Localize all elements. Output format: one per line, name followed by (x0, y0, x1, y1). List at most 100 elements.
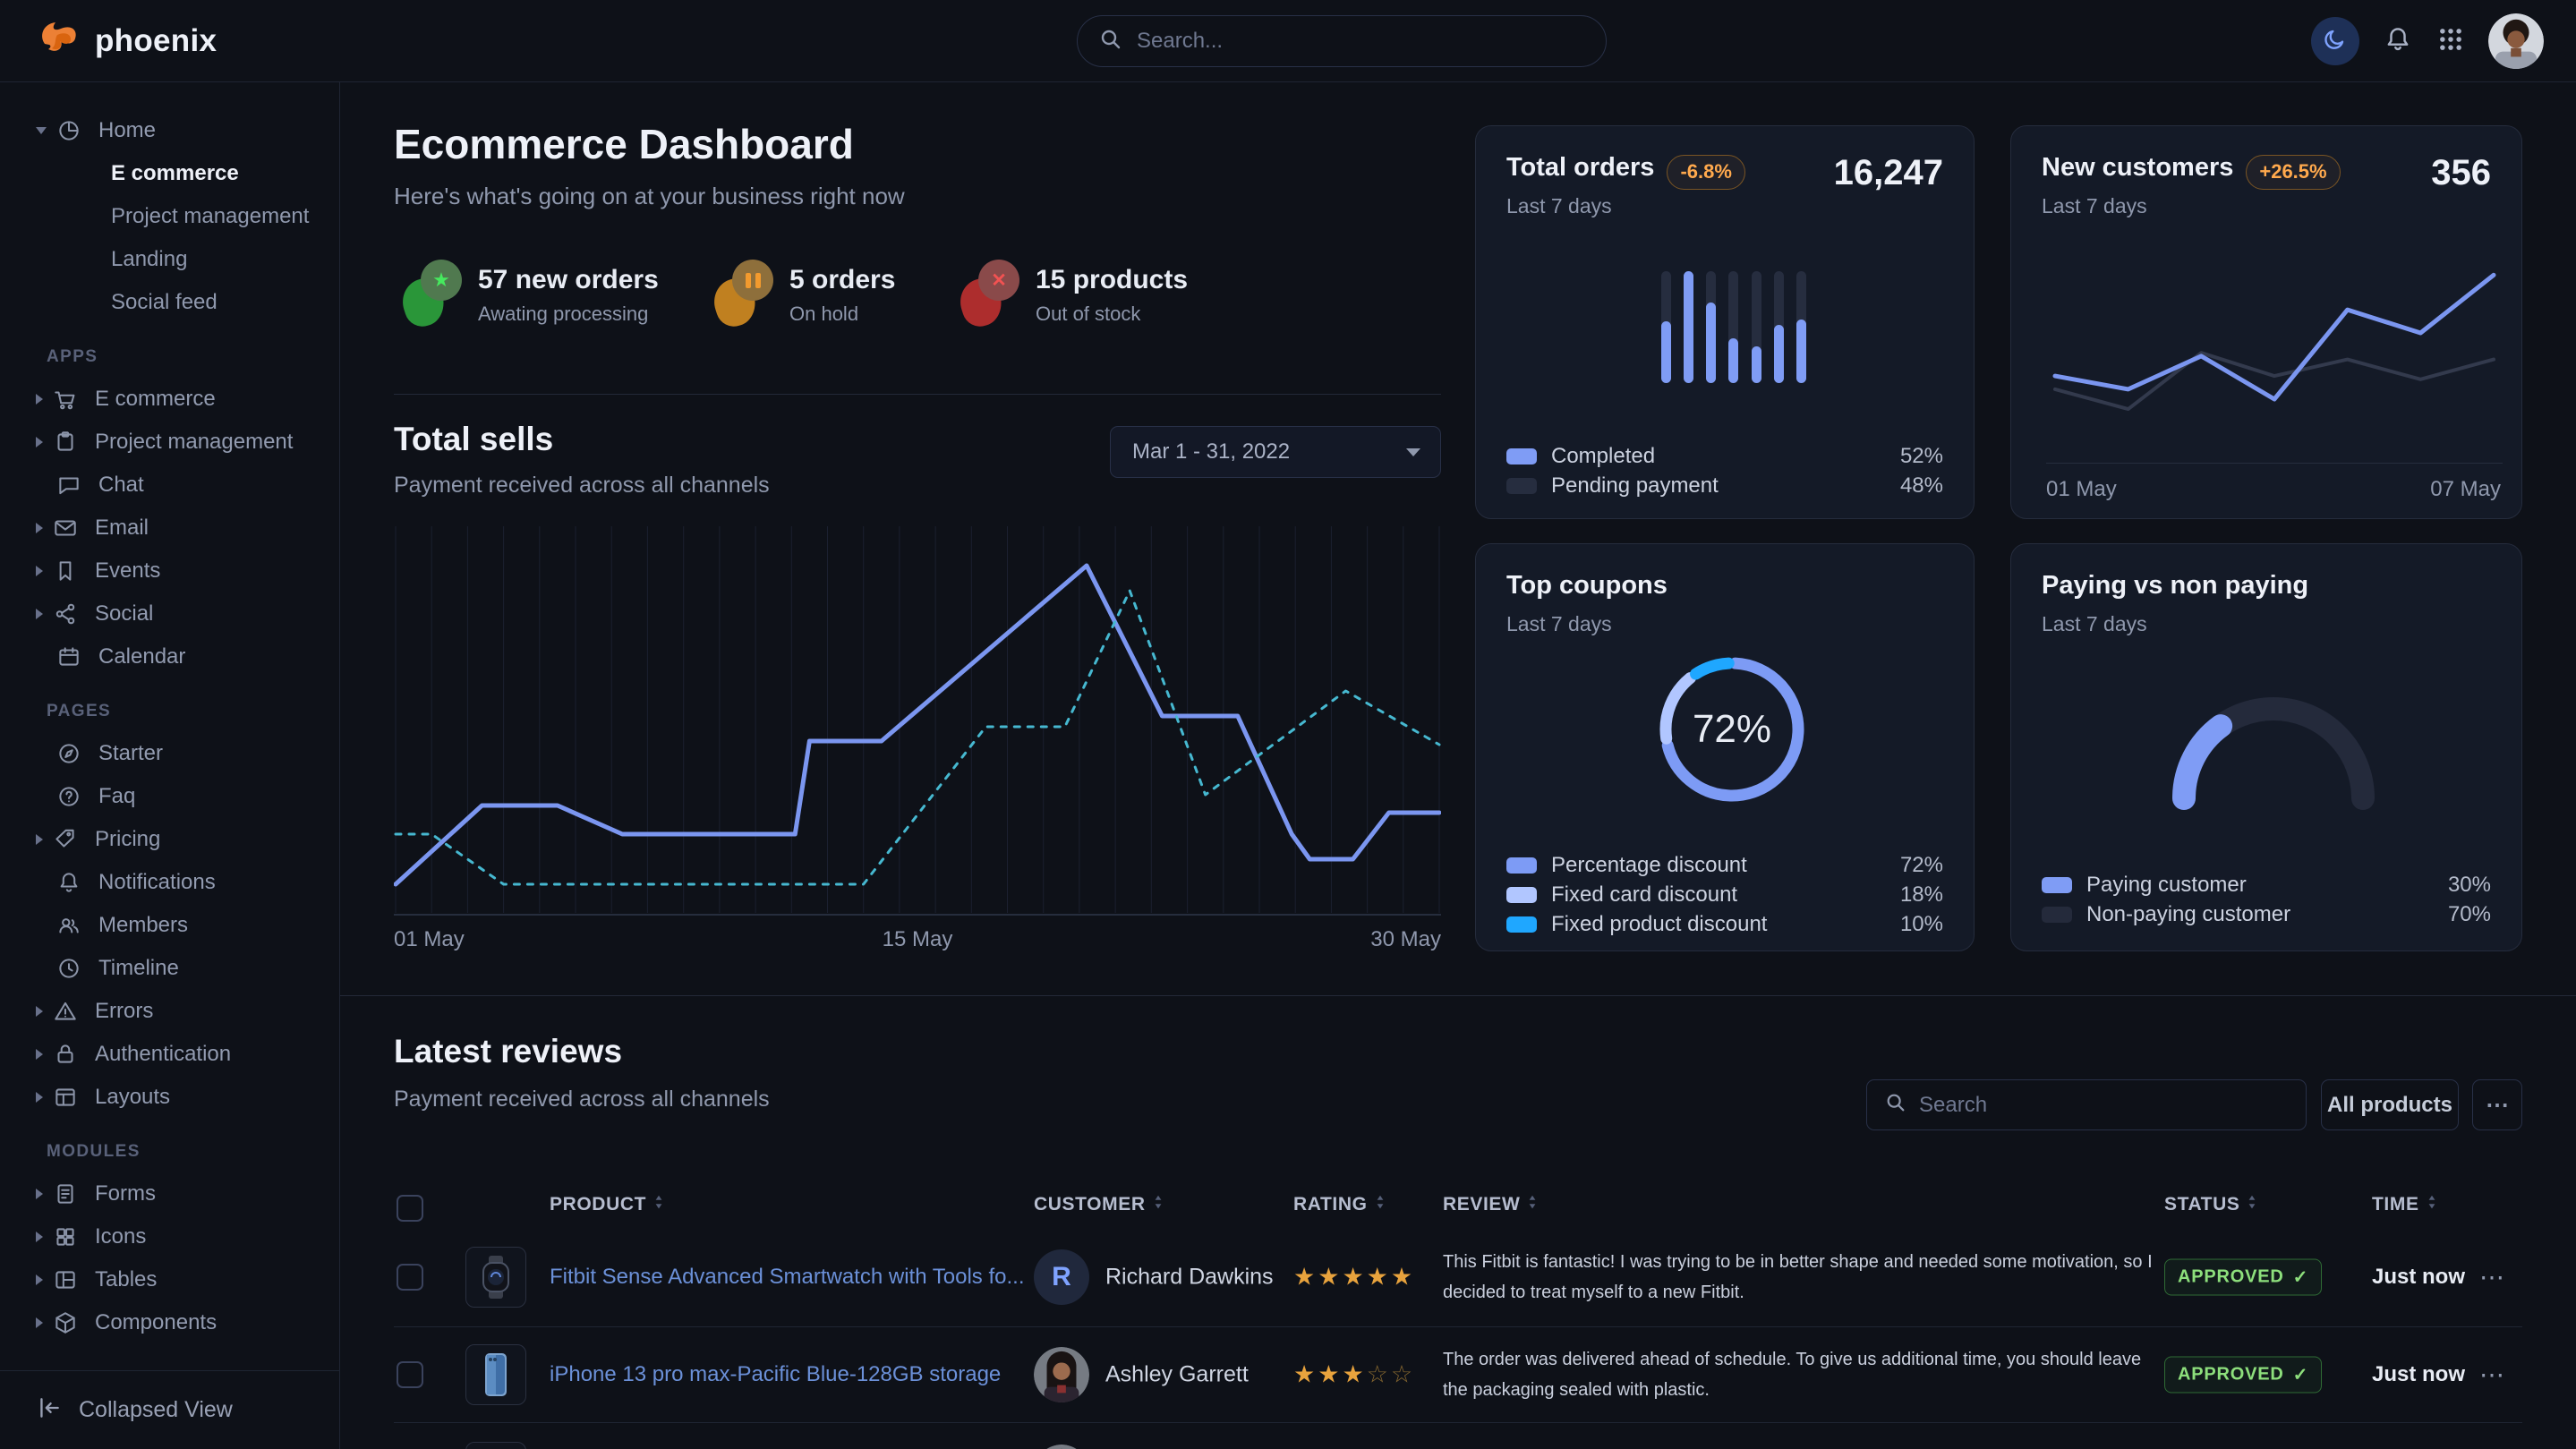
sidebar-item-components[interactable]: Components (0, 1301, 339, 1344)
sidebar-item-starter[interactable]: Starter (0, 732, 339, 775)
star-empty-icon: ☆ (1367, 1361, 1391, 1388)
bell-icon (55, 869, 82, 896)
select-all-checkbox[interactable] (397, 1195, 423, 1222)
main-content: Ecommerce Dashboard Here's what's going … (340, 82, 2576, 1449)
sidebar-item-label: Errors (95, 999, 153, 1024)
sidebar-item-forms[interactable]: Forms (0, 1172, 339, 1215)
search-input[interactable] (1137, 29, 1531, 54)
column-header-status[interactable]: STATUS (2164, 1194, 2257, 1215)
product-link[interactable]: Fitbit Sense Advanced Smartwatch with To… (550, 1265, 1024, 1290)
stat-out-of-stock: ✕15 productsOut of stock (960, 260, 1188, 326)
date-range-select[interactable]: Mar 1 - 31, 2022 (1110, 426, 1441, 478)
stat-title: 15 products (1036, 265, 1188, 295)
product-thumbnail[interactable] (465, 1344, 526, 1405)
user-avatar[interactable] (2488, 13, 2544, 69)
sidebar-item-social[interactable]: Social (0, 592, 339, 635)
paying-split-legend: Paying customer30%Non-paying customer70% (2042, 870, 2491, 929)
top-coupons-legend: Percentage discount72%Fixed card discoun… (1506, 850, 1943, 939)
sidebar-item-label: E commerce (95, 387, 216, 412)
new-customers-card: New customers +26.5% 356 Last 7 days 01 … (2010, 125, 2522, 519)
sidebar-item-pricing[interactable]: Pricing (0, 818, 339, 861)
star-filled-icon: ★ (1342, 1264, 1366, 1291)
sidebar-item-e-commerce[interactable]: E commerce (0, 378, 339, 421)
collapse-sidebar-button[interactable]: Collapsed View (0, 1370, 339, 1449)
customer-avatar[interactable] (1034, 1445, 1089, 1449)
pie-icon (55, 117, 82, 144)
top-coupons-period: Last 7 days (1506, 612, 1612, 636)
global-search[interactable] (1077, 15, 1607, 67)
table-icon (52, 1266, 79, 1293)
reviews-search[interactable] (1866, 1079, 2307, 1130)
calendar-icon (55, 644, 82, 670)
sidebar-item-members[interactable]: Members (0, 904, 339, 947)
customer-avatar[interactable] (1034, 1347, 1089, 1402)
sidebar-item-faq[interactable]: Faq (0, 775, 339, 818)
column-header-rating[interactable]: RATING (1293, 1194, 1386, 1215)
lock-icon (52, 1041, 79, 1068)
users-icon (55, 912, 82, 939)
legend-swatch (1506, 887, 1537, 903)
theme-toggle-button[interactable] (2311, 17, 2359, 65)
legend-row-percentage-discount: Percentage discount72% (1506, 850, 1943, 880)
row-checkbox[interactable] (397, 1361, 423, 1388)
notifications-button[interactable] (2383, 24, 2413, 59)
column-header-customer[interactable]: CUSTOMER (1034, 1194, 1164, 1215)
column-label: STATUS (2164, 1194, 2239, 1215)
column-header-review[interactable]: REVIEW (1443, 1194, 1538, 1215)
reviews-more-button[interactable]: ⋯ (2472, 1079, 2522, 1130)
legend-label: Completed (1551, 444, 1655, 469)
sidebar-item-social-feed[interactable]: Social feed (0, 281, 339, 324)
product-thumbnail[interactable] (465, 1247, 526, 1308)
sidebar-item-tables[interactable]: Tables (0, 1258, 339, 1301)
caret-right-icon (36, 437, 43, 447)
sidebar-item-label: Social (95, 601, 153, 626)
sidebar-item-events[interactable]: Events (0, 550, 339, 592)
legend-swatch (1506, 857, 1537, 874)
column-header-product[interactable]: PRODUCT (550, 1194, 664, 1215)
sidebar-item-timeline[interactable]: Timeline (0, 947, 339, 990)
table-row[interactable] (394, 1423, 2522, 1449)
total-orders-value: 16,247 (1834, 153, 1943, 193)
row-actions-button[interactable]: ⋯ (2479, 1360, 2504, 1390)
table-row[interactable]: iPhone 13 pro max-Pacific Blue-128GB sto… (394, 1327, 2522, 1423)
apps-menu-button[interactable] (2436, 25, 2465, 58)
sidebar-item-label: Project management (95, 430, 293, 455)
sidebar-item-home[interactable]: Home (0, 109, 339, 152)
brand[interactable]: phoenix (38, 17, 217, 64)
sidebar-item-chat[interactable]: Chat (0, 464, 339, 507)
sidebar-item-icons[interactable]: Icons (0, 1215, 339, 1258)
reviews-table-header: PRODUCT CUSTOMER RATING REVIEW STATUS TIME (394, 1189, 2522, 1228)
column-header-time[interactable]: TIME (2372, 1194, 2437, 1215)
table-row[interactable]: Fitbit Sense Advanced Smartwatch with To… (394, 1228, 2522, 1327)
sidebar-item-project-management[interactable]: Project management (0, 195, 339, 238)
product-thumbnail[interactable] (465, 1442, 526, 1449)
sidebar-item-authentication[interactable]: Authentication (0, 1033, 339, 1076)
sidebar-item-notifications[interactable]: Notifications (0, 861, 339, 904)
chat-icon (55, 472, 82, 499)
sidebar-item-project-management[interactable]: Project management (0, 421, 339, 464)
status-label: APPROVED (2178, 1267, 2284, 1288)
caret-right-icon (36, 566, 43, 576)
sidebar-item-label: Tables (95, 1267, 157, 1292)
sidebar-item-errors[interactable]: Errors (0, 990, 339, 1033)
all-products-button[interactable]: All products (2321, 1079, 2459, 1130)
legend-label: Percentage discount (1551, 853, 1747, 878)
review-text: This Fitbit is fantastic! I was trying t… (1443, 1247, 2159, 1308)
sidebar-item-label: Chat (98, 473, 144, 498)
sidebar-item-layouts[interactable]: Layouts (0, 1076, 339, 1119)
top-coupons-center-value: 72% (1651, 649, 1813, 810)
sidebar-item-landing[interactable]: Landing (0, 238, 339, 281)
sidebar: HomeE commerceProject managementLandingS… (0, 82, 340, 1449)
legend-value: 10% (1900, 912, 1943, 937)
reviews-search-input[interactable] (1919, 1093, 2259, 1118)
date-range-value: Mar 1 - 31, 2022 (1132, 439, 1290, 465)
product-link[interactable]: iPhone 13 pro max-Pacific Blue-128GB sto… (550, 1362, 1001, 1387)
customer-avatar[interactable]: R (1034, 1249, 1089, 1305)
row-checkbox[interactable] (397, 1264, 423, 1291)
sidebar-item-e-commerce[interactable]: E commerce (0, 152, 339, 195)
sidebar-item-calendar[interactable]: Calendar (0, 635, 339, 678)
section-divider (340, 995, 2576, 996)
row-actions-button[interactable]: ⋯ (2479, 1263, 2504, 1292)
sidebar-item-email[interactable]: Email (0, 507, 339, 550)
layout-icon (52, 1084, 79, 1111)
